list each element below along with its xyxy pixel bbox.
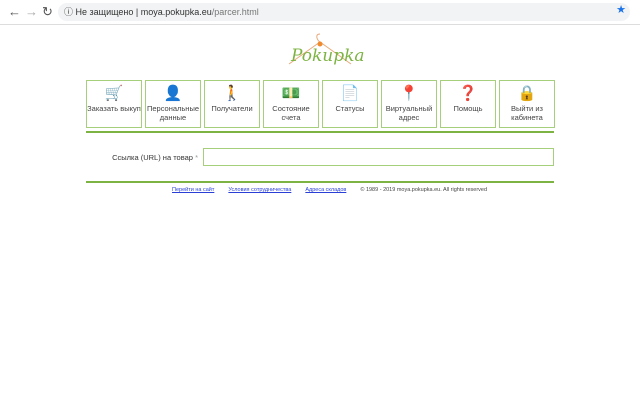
footer-link-warehouses[interactable]: Адреса складов <box>305 187 346 193</box>
menu-button-label: Персональные данные <box>146 104 200 122</box>
user-list-icon: 👤 <box>163 85 183 102</box>
menu-button-recipient[interactable]: 🚶 Получатели <box>204 80 260 128</box>
divider <box>86 181 554 183</box>
copyright: © 1989 - 2019 moya.pokupka.eu. All right… <box>360 187 488 193</box>
menu-button-user-list[interactable]: 👤 Персональные данные <box>145 80 201 128</box>
menu-button-label: Состояние счета <box>272 104 310 122</box>
reload-icon[interactable]: ↻ <box>42 4 53 20</box>
browser-toolbar: ← → ↻ ⓘ Не защищено | moya.pokupka.eu/pa… <box>0 0 640 25</box>
menu-button-label: Виртуальный адрес <box>385 104 433 122</box>
url-path: /parcer.html <box>211 7 259 17</box>
help-icon: ❓ <box>458 85 478 102</box>
url-label-text: Ссылка (URL) на товар <box>112 153 193 162</box>
menu-button-label: Заказать выкуп <box>87 104 141 113</box>
url-domain: moya.pokupka.eu <box>140 7 212 17</box>
documents-icon: 📄 <box>340 85 360 102</box>
cart-icon: 🛒 <box>104 85 124 102</box>
menu-button-money[interactable]: 💵 Состояние счета <box>263 80 319 128</box>
lock-icon: 🔒 <box>517 85 537 102</box>
menu-button-documents[interactable]: 📄 Статусы <box>322 80 378 128</box>
menu-button-label: Помощь <box>453 104 483 113</box>
menu-button-cart[interactable]: 🛒 Заказать выкуп <box>86 80 142 128</box>
menu-button-lock[interactable]: 🔒 Выйти из кабинета <box>499 80 555 128</box>
menu-button-label: Статусы <box>335 104 365 113</box>
main-menu: 🛒 Заказать выкуп 👤 Персональные данные 🚶 Полу… <box>86 80 555 128</box>
menu-button-label: Выйти из кабинета <box>511 104 543 122</box>
money-icon: 💵 <box>281 85 301 102</box>
info-icon[interactable]: ⓘ <box>64 7 73 17</box>
url-label: Ссылка (URL) на товар * <box>110 153 198 162</box>
footer: Перейти на сайт Условия сотрудничества А… <box>172 187 487 193</box>
forward-icon[interactable]: → <box>25 4 38 19</box>
menu-button-map-pin[interactable]: 📍 Виртуальный адрес <box>381 80 437 128</box>
bookmark-star-icon[interactable]: ★ <box>616 3 626 16</box>
url-input[interactable] <box>203 148 554 166</box>
menu-button-label: Получатели <box>211 104 253 113</box>
footer-link-terms[interactable]: Условия сотрудничества <box>228 187 291 193</box>
address-bar[interactable]: ⓘ Не защищено | moya.pokupka.eu/parcer.h… <box>58 3 630 21</box>
required-mark: * <box>195 153 198 162</box>
back-icon[interactable]: ← <box>8 4 21 19</box>
logo[interactable]: Pokupka <box>285 30 365 76</box>
divider <box>86 131 554 133</box>
footer-link-site[interactable]: Перейти на сайт <box>172 187 214 193</box>
recipient-icon: 🚶 <box>222 85 242 102</box>
map-pin-icon: 📍 <box>399 85 419 102</box>
logo-text: Pokupka <box>291 46 365 66</box>
security-label: Не защищено <box>75 7 134 17</box>
menu-button-help[interactable]: ❓ Помощь <box>440 80 496 128</box>
